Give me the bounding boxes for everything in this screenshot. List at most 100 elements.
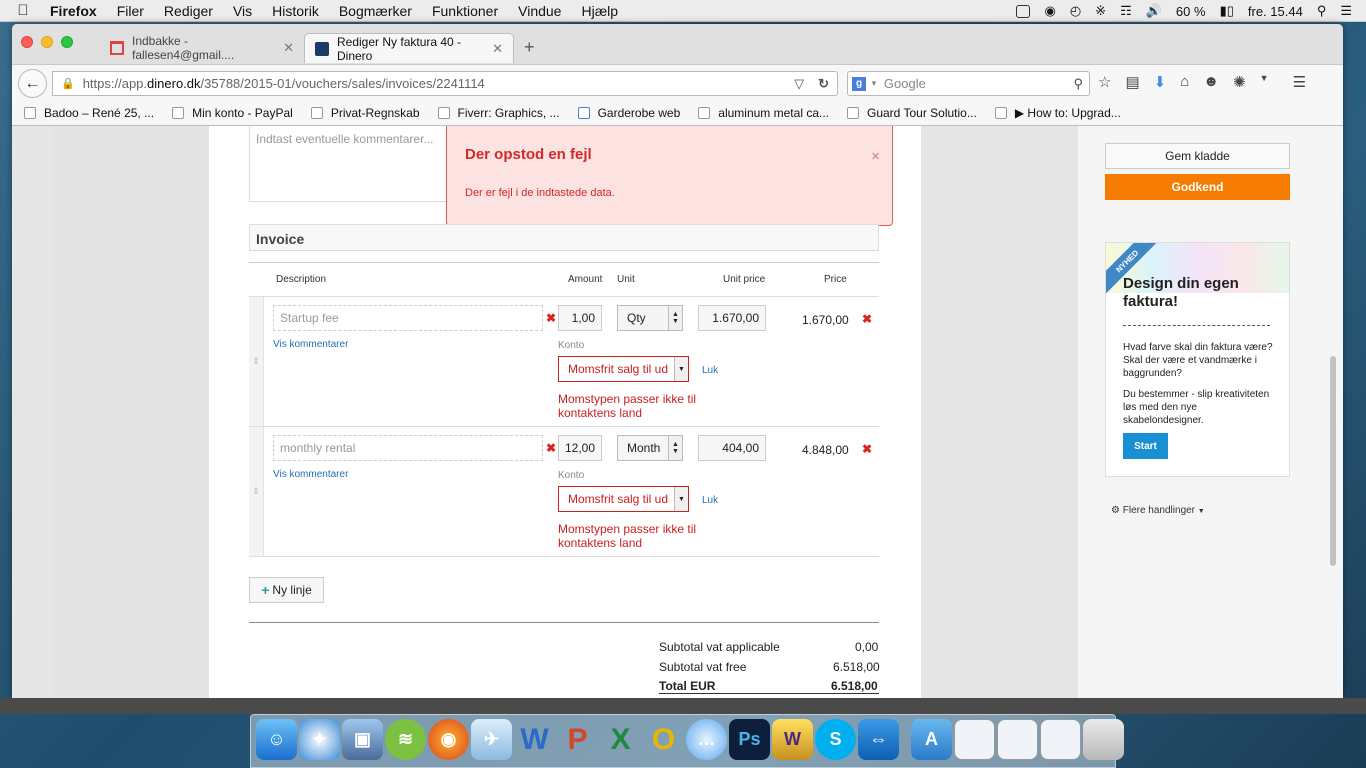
unit-select[interactable]: Qty ▲ ▼ [617, 305, 683, 331]
menu-funktioner[interactable]: Funktioner [422, 3, 508, 19]
accessibility-icon[interactable]: ◉ [1044, 3, 1055, 19]
bookmark-item[interactable]: Guard Tour Solutio... [847, 106, 977, 120]
add-line-button[interactable]: + Ny linje [249, 577, 324, 603]
safari-icon[interactable]: ✦ [299, 719, 340, 760]
messages-icon[interactable]: … [686, 719, 727, 760]
finder-icon[interactable]: ☺ [256, 719, 297, 760]
firefox-icon[interactable]: ◉ [428, 719, 469, 760]
delete-line-icon[interactable]: ✖ [862, 312, 872, 326]
drag-handle-icon[interactable]: ⇕ [249, 297, 264, 426]
reload-icon[interactable]: ↻ [818, 76, 829, 92]
tab-gmail[interactable]: Indbakke - fallesen4@gmail.... ✕ [100, 33, 304, 63]
vis-kommentarer-link[interactable]: Vis kommentarer [273, 469, 348, 480]
search-bar[interactable]: g ▼ Google ⚲ [847, 71, 1090, 96]
unit-price-input[interactable]: 404,00 [698, 435, 766, 461]
zoom-window-button[interactable] [61, 36, 73, 48]
notification-center-icon[interactable]: ☰ [1340, 3, 1352, 19]
teamviewer-icon[interactable]: ⇔ [858, 719, 899, 760]
luk-link[interactable]: Luk [702, 495, 718, 506]
close-window-button[interactable] [21, 36, 33, 48]
start-button[interactable]: Start [1123, 433, 1168, 459]
close-tab-icon[interactable]: ✕ [492, 41, 503, 57]
preview-icon[interactable]: ▣ [342, 719, 383, 760]
spotify-icon[interactable]: ≋ [385, 719, 426, 760]
godkend-button[interactable]: Godkend [1105, 174, 1290, 200]
new-tab-icon[interactable]: + [524, 37, 535, 58]
tab-dinero[interactable]: Rediger Ny faktura 40 - Dinero ✕ [304, 33, 514, 63]
vis-kommentarer-link[interactable]: Vis kommentarer [273, 339, 348, 350]
konto-select[interactable]: Momsfrit salg til ud ▼ [558, 486, 689, 512]
url-bar[interactable]: 🔒 https://app. dinero.dk/35788/2015-01/vo… [52, 71, 838, 96]
bookmark-item[interactable]: aluminum metal ca... [698, 106, 829, 120]
bookmark-item[interactable]: Privat-Regnskab [310, 106, 420, 120]
powerpoint-icon[interactable]: P [557, 719, 598, 760]
word-icon[interactable]: W [514, 719, 555, 760]
page-scrollbar[interactable] [1330, 356, 1336, 566]
amount-input[interactable]: 1,00 [558, 305, 602, 331]
extension-dropdown-icon[interactable]: ▼ [1260, 73, 1269, 91]
minimize-window-button[interactable] [41, 36, 53, 48]
outlook-icon[interactable]: O [643, 719, 684, 760]
description-input[interactable]: Startup fee [273, 305, 543, 331]
search-icon[interactable]: ⚲ [1073, 76, 1083, 92]
menu-app-firefox[interactable]: Firefox [46, 3, 107, 19]
bookmark-item[interactable]: ▶ How to: Upgrad... [994, 106, 1121, 120]
unit-price-input[interactable]: 1.670,00 [698, 305, 766, 331]
bluetooth-icon[interactable]: ※ [1095, 3, 1106, 19]
screenshot1-icon[interactable] [954, 719, 995, 760]
home-icon[interactable]: ⌂ [1180, 73, 1189, 91]
menu-vindue[interactable]: Vindue [508, 3, 571, 19]
wifi-icon[interactable]: ☶ [1120, 3, 1132, 19]
menu-bogmaerker[interactable]: Bogmærker [329, 3, 422, 19]
reading-list-icon[interactable]: ▤ [1125, 73, 1139, 91]
description-input[interactable]: monthly rental [273, 435, 543, 461]
battery-status[interactable]: 60 % [1176, 4, 1206, 19]
clear-description-icon[interactable]: ✖ [546, 311, 556, 325]
google-icon[interactable]: g [852, 76, 866, 91]
close-tab-icon[interactable]: ✕ [283, 40, 294, 56]
bookmark-star-icon[interactable]: ☆ [1098, 73, 1111, 91]
bookmark-item[interactable]: Badoo – René 25, ... [24, 106, 154, 120]
amount-input[interactable]: 12,00 [558, 435, 602, 461]
winrar-icon[interactable]: W [772, 719, 813, 760]
excel-icon[interactable]: X [600, 719, 641, 760]
hamburger-menu-icon[interactable]: ☰ [1293, 73, 1306, 91]
search-engine-dropdown-icon[interactable]: ▼ [870, 79, 878, 88]
apple-icon[interactable]:  [0, 2, 46, 19]
unit-select[interactable]: Month ▲ ▼ [617, 435, 683, 461]
menu-rediger[interactable]: Rediger [154, 3, 223, 19]
clock[interactable]: fre. 15.44 [1248, 4, 1303, 19]
trash-icon[interactable] [1083, 719, 1124, 760]
alert-close-icon[interactable]: × [871, 148, 880, 165]
lock-icon[interactable]: 🔒 [61, 77, 75, 90]
bookmark-item[interactable]: Fiverr: Graphics, ... [437, 106, 560, 120]
status-app-icon[interactable] [1016, 4, 1031, 18]
gem-kladde-button[interactable]: Gem kladde [1105, 143, 1290, 169]
volume-icon[interactable]: 🔊 [1146, 3, 1162, 19]
flere-handlinger-dropdown[interactable]: ⚙ Flere handlinger ▼ [1111, 505, 1205, 516]
konto-select[interactable]: Momsfrit salg til ud ▼ [558, 356, 689, 382]
skype-icon[interactable]: S [815, 719, 856, 760]
menu-historik[interactable]: Historik [262, 3, 329, 19]
appstore-icon[interactable]: A [911, 719, 952, 760]
clear-description-icon[interactable]: ✖ [546, 441, 556, 455]
delete-line-icon[interactable]: ✖ [862, 442, 872, 456]
extension-icon[interactable]: ✺ [1233, 73, 1246, 91]
luk-link[interactable]: Luk [702, 365, 718, 376]
time-machine-icon[interactable]: ◴ [1070, 3, 1081, 19]
photoshop-icon[interactable]: Ps [729, 719, 770, 760]
hello-icon[interactable]: ☻ [1203, 73, 1219, 91]
menu-filer[interactable]: Filer [107, 3, 154, 19]
spotlight-search-icon[interactable]: ⚲ [1317, 3, 1327, 19]
url-dropdown-icon[interactable]: ▽ [794, 76, 804, 92]
back-button[interactable]: ← [18, 69, 47, 98]
menu-vis[interactable]: Vis [223, 3, 262, 19]
mail-icon[interactable]: ✈ [471, 719, 512, 760]
drag-handle-icon[interactable]: ⇕ [249, 427, 264, 556]
screenshot2-icon[interactable] [997, 719, 1038, 760]
downloads-icon[interactable]: ⬇ [1154, 73, 1167, 91]
bookmark-item[interactable]: Garderobe web [577, 106, 680, 120]
menu-hjaelp[interactable]: Hjælp [571, 3, 628, 19]
screenshot3-icon[interactable] [1040, 719, 1081, 760]
bookmark-item[interactable]: Min konto - PayPal [172, 106, 293, 120]
